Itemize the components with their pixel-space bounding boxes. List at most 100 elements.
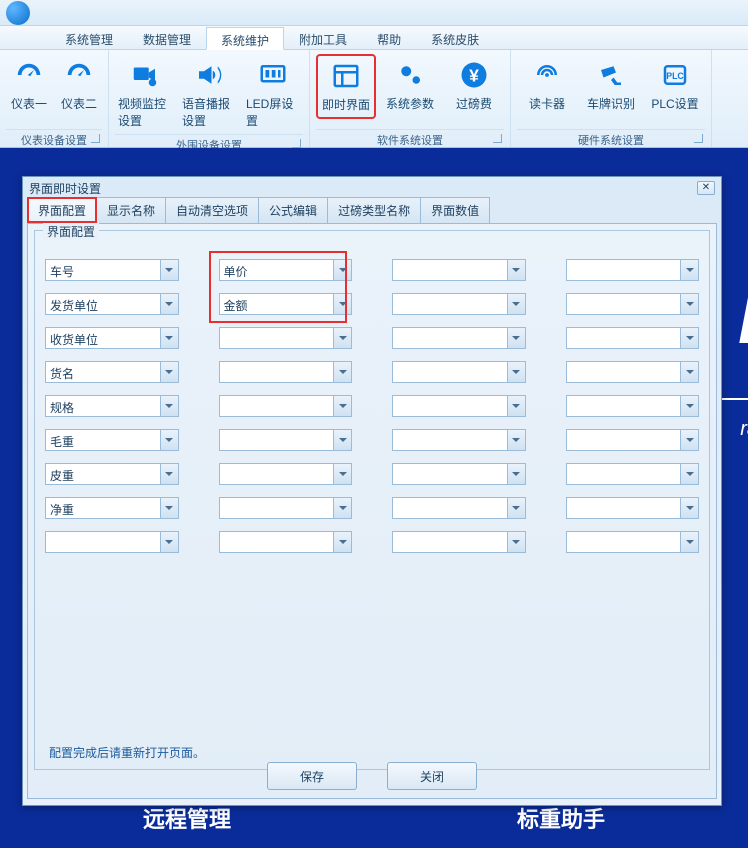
chevron-down-icon[interactable] (333, 362, 351, 382)
combo-field[interactable]: 皮重 (45, 463, 179, 485)
chevron-down-icon[interactable] (507, 532, 525, 552)
dialog-tab[interactable]: 过磅类型名称 (327, 197, 421, 223)
chevron-down-icon[interactable] (333, 464, 351, 484)
ribbon-button[interactable]: PLCPLC设置 (645, 54, 705, 117)
menu-item[interactable]: 附加工具 (284, 26, 362, 49)
ribbon-button[interactable]: LED屏设置 (243, 54, 303, 134)
ribbon-button[interactable]: 语音播报设置 (179, 54, 239, 134)
combo-field[interactable]: 货名 (45, 361, 179, 383)
dialog-tab[interactable]: 公式编辑 (258, 197, 328, 223)
chevron-down-icon[interactable] (333, 430, 351, 450)
dialog-tab[interactable]: 显示名称 (96, 197, 166, 223)
combo-field[interactable] (566, 293, 700, 315)
chevron-down-icon[interactable] (507, 294, 525, 314)
combo-field[interactable] (392, 361, 526, 383)
combo-field[interactable] (566, 259, 700, 281)
combo-field[interactable] (566, 531, 700, 553)
chevron-down-icon[interactable] (680, 464, 698, 484)
chevron-down-icon[interactable] (507, 464, 525, 484)
menu-item[interactable]: 数据管理 (128, 26, 206, 49)
combo-field[interactable]: 车号 (45, 259, 179, 281)
ribbon-button[interactable]: 即时界面 (316, 54, 376, 119)
chevron-down-icon[interactable] (507, 430, 525, 450)
combo-field[interactable] (392, 463, 526, 485)
chevron-down-icon[interactable] (333, 294, 351, 314)
chevron-down-icon[interactable] (680, 260, 698, 280)
chevron-down-icon[interactable] (507, 498, 525, 518)
ribbon-button[interactable]: ¥过磅费 (444, 54, 504, 117)
combo-field[interactable]: 净重 (45, 497, 179, 519)
ribbon-button[interactable]: 读卡器 (517, 54, 577, 117)
chevron-down-icon[interactable] (507, 396, 525, 416)
combo-field[interactable] (566, 429, 700, 451)
dialog-tab[interactable]: 界面配置 (27, 197, 97, 223)
ribbon-button[interactable]: 车牌识别 (581, 54, 641, 117)
dialog-tab[interactable]: 自动清空选项 (165, 197, 259, 223)
chevron-down-icon[interactable] (160, 464, 178, 484)
chevron-down-icon[interactable] (333, 498, 351, 518)
chevron-down-icon[interactable] (333, 532, 351, 552)
combo-field[interactable] (566, 395, 700, 417)
ribbon-button-label: 语音播报设置 (182, 95, 236, 129)
chevron-down-icon[interactable] (507, 362, 525, 382)
combo-field[interactable] (392, 531, 526, 553)
chevron-down-icon[interactable] (160, 328, 178, 348)
combo-field[interactable] (219, 497, 353, 519)
chevron-down-icon[interactable] (507, 328, 525, 348)
combo-field[interactable] (566, 327, 700, 349)
combo-field[interactable] (392, 497, 526, 519)
combo-field[interactable] (219, 531, 353, 553)
combo-field[interactable] (219, 429, 353, 451)
combo-field[interactable]: 发货单位 (45, 293, 179, 315)
close-button[interactable]: 关闭 (387, 762, 477, 790)
ribbon-button[interactable]: 仪表一 (6, 54, 52, 117)
combo-field[interactable] (45, 531, 179, 553)
menu-item[interactable]: 系统管理 (50, 26, 128, 49)
dialog-tab[interactable]: 界面数值 (420, 197, 490, 223)
chevron-down-icon[interactable] (680, 294, 698, 314)
combo-field[interactable] (219, 361, 353, 383)
save-button[interactable]: 保存 (267, 762, 357, 790)
chevron-down-icon[interactable] (160, 498, 178, 518)
combo-field[interactable]: 单价 (219, 259, 353, 281)
ribbon-button[interactable]: 系统参数 (380, 54, 440, 117)
combo-field[interactable] (219, 327, 353, 349)
combo-field[interactable] (566, 463, 700, 485)
dialog-close-button[interactable]: ✕ (697, 181, 715, 195)
chevron-down-icon[interactable] (160, 260, 178, 280)
chevron-down-icon[interactable] (160, 294, 178, 314)
combo-field[interactable] (219, 463, 353, 485)
chevron-down-icon[interactable] (507, 260, 525, 280)
combo-field[interactable] (392, 395, 526, 417)
chevron-down-icon[interactable] (680, 498, 698, 518)
combo-field[interactable] (392, 293, 526, 315)
chevron-down-icon[interactable] (160, 396, 178, 416)
combo-field[interactable]: 规格 (45, 395, 179, 417)
chevron-down-icon[interactable] (680, 396, 698, 416)
menu-item[interactable]: 系统皮肤 (416, 26, 494, 49)
combo-field[interactable] (392, 429, 526, 451)
combo-field[interactable]: 毛重 (45, 429, 179, 451)
combo-field[interactable] (219, 395, 353, 417)
ribbon-button[interactable]: 仪表二 (56, 54, 102, 117)
chevron-down-icon[interactable] (680, 328, 698, 348)
chevron-down-icon[interactable] (680, 430, 698, 450)
chevron-down-icon[interactable] (333, 328, 351, 348)
combo-field[interactable]: 收货单位 (45, 327, 179, 349)
menu-item[interactable]: 系统维护 (206, 27, 284, 50)
chevron-down-icon[interactable] (160, 532, 178, 552)
combo-field[interactable] (566, 361, 700, 383)
combo-field[interactable] (566, 497, 700, 519)
chevron-down-icon[interactable] (680, 362, 698, 382)
combo-field[interactable] (392, 327, 526, 349)
chevron-down-icon[interactable] (333, 260, 351, 280)
app-logo-icon (6, 1, 30, 25)
chevron-down-icon[interactable] (160, 430, 178, 450)
chevron-down-icon[interactable] (333, 396, 351, 416)
chevron-down-icon[interactable] (160, 362, 178, 382)
combo-field[interactable]: 金额 (219, 293, 353, 315)
ribbon-button[interactable]: 视频监控设置 (115, 54, 175, 134)
menu-item[interactable]: 帮助 (362, 26, 416, 49)
combo-field[interactable] (392, 259, 526, 281)
chevron-down-icon[interactable] (680, 532, 698, 552)
